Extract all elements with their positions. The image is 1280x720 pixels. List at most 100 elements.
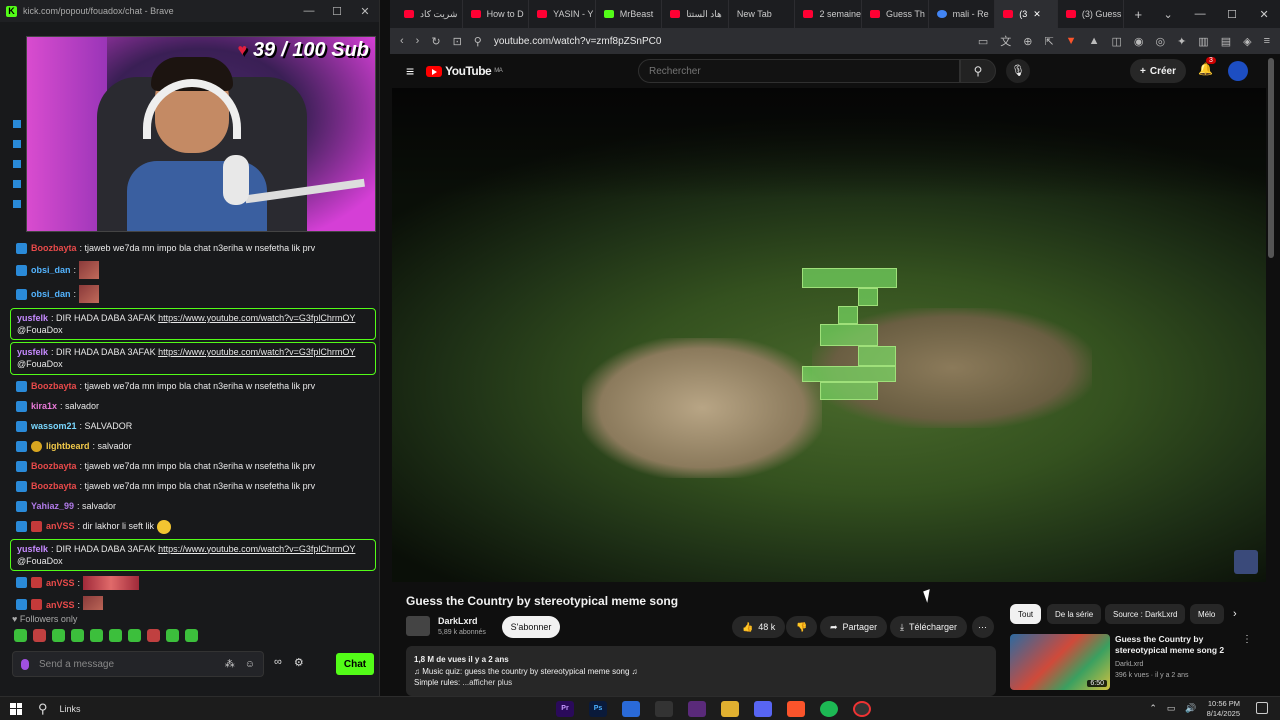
wallet-icon[interactable]: ▤ <box>1221 35 1231 48</box>
mic-icon[interactable] <box>21 658 29 670</box>
channel-name[interactable]: DarkLxrd <box>438 616 478 626</box>
search-icon[interactable]: ⚲ <box>960 59 996 83</box>
site-info-icon[interactable]: ⚲ <box>474 35 482 48</box>
browser-tab[interactable]: YASIN - Y <box>529 0 596 28</box>
chip-music[interactable]: Mélo <box>1190 604 1224 624</box>
clock[interactable]: 10:56 PM 8/14/2025 <box>1207 699 1240 719</box>
subscribe-button[interactable]: S'abonner <box>502 616 560 638</box>
back-icon[interactable]: ‹ <box>400 35 404 47</box>
extension-icon[interactable]: ◉ <box>1134 35 1144 48</box>
forward-icon[interactable]: › <box>416 35 420 47</box>
minimize-icon[interactable]: — <box>1184 8 1216 21</box>
emote-icon[interactable] <box>52 629 65 642</box>
chat-mention[interactable]: @FouaDox <box>17 556 63 566</box>
browser-tab[interactable]: How to D <box>463 0 530 28</box>
more-actions-button[interactable]: ⋯ <box>972 616 994 638</box>
translate-icon[interactable]: 文 <box>1000 33 1011 49</box>
chat-username[interactable]: kira1x <box>31 400 57 412</box>
chat-username[interactable]: Boozbayta <box>31 380 77 392</box>
puzzle-icon[interactable]: ✦ <box>1177 35 1186 48</box>
chat-mention[interactable]: @FouaDox <box>17 325 63 335</box>
app-icon[interactable] <box>853 701 871 717</box>
chat-link[interactable]: https://www.youtube.com/watch?v=G3fplChr… <box>158 544 355 554</box>
new-tab-plus-icon[interactable]: + <box>1124 7 1152 22</box>
volume-icon[interactable]: 🔊 <box>1185 703 1196 714</box>
chat-username[interactable]: yusfelk <box>17 347 48 357</box>
chips-next-chevron-icon[interactable]: › <box>1233 608 1237 620</box>
photoshop-app-icon[interactable]: Ps <box>589 701 607 717</box>
chat-username[interactable]: anVSS <box>46 599 75 610</box>
points-icon[interactable]: ∞ <box>274 656 282 669</box>
browser-tab[interactable]: New Tab <box>729 0 796 28</box>
emote-icon[interactable] <box>90 629 103 642</box>
share-icon[interactable]: ⇱ <box>1044 35 1053 48</box>
create-button[interactable]: + Créer <box>1130 59 1186 83</box>
share-button[interactable]: ➦ Partager <box>820 616 888 638</box>
browser-tab[interactable]: mali - Re <box>929 0 996 28</box>
minimize-icon[interactable]: — <box>295 5 323 17</box>
channel-watermark-icon[interactable] <box>1234 550 1258 574</box>
chat-username[interactable]: Boozbayta <box>31 480 77 492</box>
chat-username[interactable]: obsi_dan <box>31 288 71 300</box>
file-explorer-icon[interactable] <box>721 701 739 717</box>
extension-icon[interactable]: ◎ <box>1155 35 1165 48</box>
cast-icon[interactable]: ▭ <box>978 35 988 48</box>
channel-avatar[interactable] <box>406 616 430 636</box>
recommended-title[interactable]: Guess the Country by stereotypical meme … <box>1115 634 1235 656</box>
chat-username[interactable]: lightbeard <box>46 440 90 452</box>
reload-icon[interactable]: ↻ <box>431 35 440 48</box>
recommended-channel[interactable]: DarkLxrd <box>1115 661 1143 668</box>
emote-icon[interactable] <box>33 629 46 642</box>
app-icon[interactable] <box>622 701 640 717</box>
browser-tab[interactable]: 2 semaine <box>795 0 863 28</box>
show-more-link[interactable]: ...afficher plus <box>462 678 512 687</box>
hamburger-menu-icon[interactable]: ≡ <box>406 63 414 79</box>
notifications-bell-icon[interactable]: 🔔 3 <box>1198 57 1216 76</box>
quick-emote-icon[interactable]: ⁂ <box>225 659 235 670</box>
chat-mention[interactable]: @FouaDox <box>17 359 63 369</box>
taskbar-search-icon[interactable]: ⚲ <box>38 701 48 717</box>
maximize-icon[interactable]: ☐ <box>323 5 351 18</box>
emote-icon[interactable] <box>147 629 160 642</box>
chip-series[interactable]: De la série <box>1047 604 1102 624</box>
vpn-icon[interactable]: ◈ <box>1243 35 1251 48</box>
video-player[interactable] <box>392 88 1266 582</box>
browser-tab[interactable]: (3) Guess <box>1058 0 1125 28</box>
close-icon[interactable]: ✕ <box>351 5 379 18</box>
tab-close-icon[interactable]: ✕ <box>1033 9 1041 20</box>
chat-username[interactable]: Boozbayta <box>31 460 77 472</box>
emote-icon[interactable] <box>71 629 84 642</box>
youtube-search-input[interactable] <box>638 59 960 83</box>
chat-username[interactable]: obsi_dan <box>31 264 71 276</box>
chat-username[interactable]: yusfelk <box>17 313 48 323</box>
settings-gear-icon[interactable]: ⚙ <box>294 656 304 669</box>
sidebar-icon[interactable]: ▥ <box>1198 35 1208 48</box>
browser-tab[interactable]: شريت كاد <box>396 0 463 28</box>
close-icon[interactable]: ✕ <box>1248 8 1280 21</box>
recommended-thumbnail[interactable]: 6:50 <box>1010 634 1110 690</box>
download-button[interactable]: ⤓ Télécharger <box>890 616 968 638</box>
chip-source[interactable]: Source : DarkLxrd <box>1105 604 1186 624</box>
premiere-app-icon[interactable]: Pr <box>556 701 574 717</box>
account-avatar[interactable] <box>1228 61 1248 81</box>
network-icon[interactable]: ▭ <box>1167 703 1176 714</box>
spotify-app-icon[interactable] <box>820 701 838 717</box>
notification-center-icon[interactable] <box>1256 702 1268 714</box>
chat-username[interactable]: Yahiaz_99 <box>31 500 74 512</box>
emote-icon[interactable] <box>166 629 179 642</box>
browser-tab[interactable]: MrBeast <box>596 0 663 28</box>
extension-icon[interactable]: ◫ <box>1111 35 1121 48</box>
windows-start-icon[interactable] <box>10 702 22 715</box>
emote-icon[interactable] <box>128 629 141 642</box>
page-scrollbar[interactable] <box>1268 58 1274 258</box>
voice-search-icon[interactable]: 🎙 <box>1006 59 1030 83</box>
zoom-icon[interactable]: ⊕ <box>1023 35 1032 48</box>
like-button[interactable]: 👍 48 k <box>732 616 786 638</box>
browser-tab[interactable]: Guess Th <box>862 0 929 28</box>
menu-icon[interactable]: ≡ <box>1264 35 1270 47</box>
chat-username[interactable]: yusfelk <box>17 544 48 554</box>
tab-search-icon[interactable]: ⌄ <box>1152 8 1184 21</box>
dislike-button[interactable]: 👎 <box>786 616 818 638</box>
brave-app-icon[interactable] <box>787 701 805 717</box>
chat-username[interactable]: wassom21 <box>31 420 77 432</box>
